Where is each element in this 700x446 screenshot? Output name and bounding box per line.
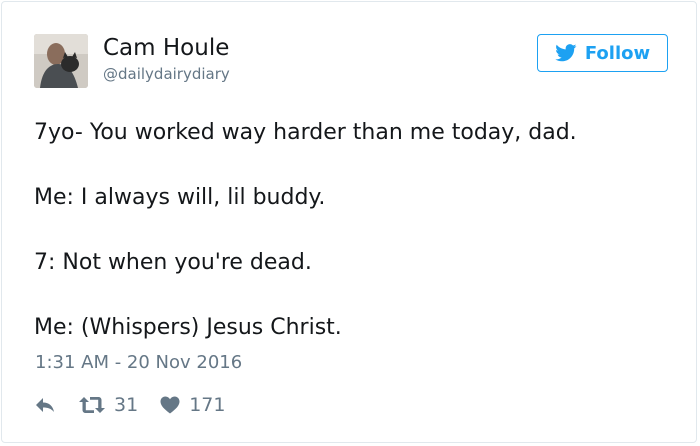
display-name[interactable]: Cam Houle [103, 35, 229, 61]
tweet-text: 7yo- You worked way harder than me today… [34, 116, 674, 344]
twitter-bird-icon [555, 44, 577, 62]
tweet-line: Me: I always will, lil buddy. [34, 185, 326, 210]
reply-icon [36, 398, 54, 412]
reply-button[interactable] [34, 396, 56, 414]
avatar-image [34, 34, 88, 88]
like-count: 171 [189, 394, 226, 416]
tweet-card: Cam Houle @dailydairydiary Follow 7yo- Y… [1, 1, 697, 443]
retweet-icon [79, 397, 105, 413]
tweet-actions: 31 171 [34, 392, 225, 418]
follow-button[interactable]: Follow [537, 34, 668, 72]
avatar[interactable] [34, 34, 88, 88]
retweet-count: 31 [114, 394, 139, 416]
like-button[interactable]: 171 [160, 394, 225, 416]
user-handle[interactable]: @dailydairydiary [103, 65, 230, 83]
tweet-timestamp[interactable]: 1:31 AM - 20 Nov 2016 [35, 352, 242, 373]
follow-button-label: Follow [584, 42, 651, 64]
heart-icon [160, 396, 180, 414]
tweet-line: 7: Not when you're dead. [34, 250, 312, 275]
retweet-button[interactable]: 31 [78, 394, 138, 416]
tweet-line: Me: (Whispers) Jesus Christ. [34, 315, 342, 340]
tweet-line: 7yo- You worked way harder than me today… [34, 120, 577, 145]
